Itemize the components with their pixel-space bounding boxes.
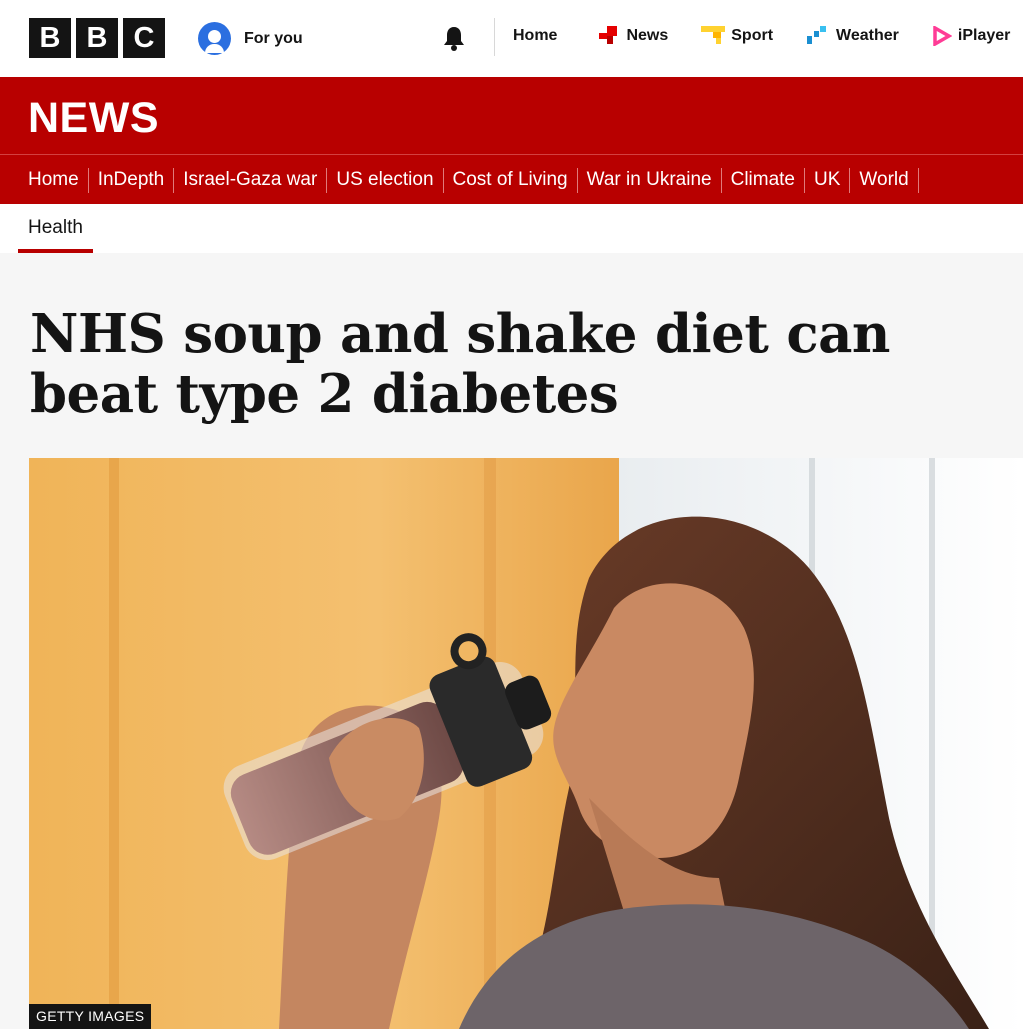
hero-photo: [29, 458, 1023, 1029]
news-nav-label: War in Ukraine: [586, 169, 712, 190]
section-subnav: Health: [0, 204, 1023, 253]
news-nav-label: UK: [814, 169, 841, 190]
news-nav-item[interactable]: US election: [317, 167, 434, 193]
news-nav-item[interactable]: War in Ukraine: [568, 167, 712, 193]
news-nav-item[interactable]: Climate: [712, 167, 795, 193]
news-brand-title[interactable]: NEWS: [28, 94, 159, 143]
news-nav-label: Climate: [730, 169, 795, 190]
article-hero-image: [29, 458, 1023, 1029]
news-nav-item[interactable]: UK: [795, 167, 841, 193]
bbc-logo[interactable]: B B C: [29, 18, 165, 58]
masthead-nav-iplayer[interactable]: iPlayer: [932, 26, 1010, 46]
nav-separator: [720, 167, 722, 193]
masthead-nav-sport[interactable]: Sport: [701, 26, 773, 46]
masthead-nav-label: Sport: [731, 27, 774, 44]
nav-separator: [87, 167, 89, 193]
news-nav-item[interactable]: InDepth: [79, 167, 165, 193]
masthead-nav-label: Home: [513, 27, 558, 44]
nav-separator: [326, 167, 328, 193]
news-nav-label: InDepth: [97, 169, 165, 190]
masthead-nav-home[interactable]: Home: [513, 27, 557, 45]
masthead-nav-label: iPlayer: [957, 27, 1011, 44]
bbc-logo-block: B: [29, 18, 71, 58]
nav-separator: [849, 167, 851, 193]
news-icon: [599, 26, 618, 44]
for-you-label: For you: [244, 29, 303, 47]
account-icon: [198, 22, 231, 55]
news-nav-item[interactable]: Israel-Gaza war: [164, 167, 318, 193]
news-section-nav: Home InDepth Israel-Gaza war US election…: [0, 154, 1023, 204]
masthead-nav-weather[interactable]: Weather: [806, 26, 899, 46]
news-brand-bar: NEWS: [0, 77, 1023, 154]
nav-separator: [173, 167, 175, 193]
news-nav-label: World: [859, 169, 909, 190]
global-masthead: B B C For you Home News Sport Weather iP…: [0, 0, 1023, 77]
weather-icon: [807, 26, 827, 44]
sport-icon: [701, 26, 726, 44]
masthead-nav-label: News: [626, 27, 669, 44]
for-you-link[interactable]: For you: [198, 22, 303, 55]
bbc-logo-block: C: [123, 18, 165, 58]
bbc-logo-block: B: [76, 18, 118, 58]
masthead-nav-label: Weather: [836, 27, 899, 44]
nav-separator: [576, 167, 578, 193]
masthead-divider: [494, 18, 495, 56]
news-nav-label: US election: [336, 169, 434, 190]
image-credit-label: GETTY IMAGES: [29, 1004, 152, 1029]
news-nav-label: Home: [28, 169, 79, 190]
news-nav-item[interactable]: Home: [28, 169, 79, 191]
article-headline: NHS soup and shake diet can beat type 2 …: [30, 303, 890, 425]
news-nav-label: Israel-Gaza war: [183, 169, 318, 190]
news-nav-item[interactable]: World: [840, 167, 927, 193]
news-nav-label: Cost of Living: [452, 169, 568, 190]
nav-separator: [804, 167, 805, 193]
section-tab-health[interactable]: Health: [18, 204, 93, 253]
news-nav-item[interactable]: Cost of Living: [434, 167, 568, 193]
masthead-nav: Home News Sport Weather iPlayer: [513, 26, 1010, 46]
masthead-nav-news[interactable]: News: [598, 26, 668, 46]
nav-separator: [917, 167, 919, 193]
nav-separator: [442, 167, 444, 193]
iplayer-icon: [933, 26, 952, 46]
notifications-bell-icon[interactable]: [440, 24, 468, 52]
